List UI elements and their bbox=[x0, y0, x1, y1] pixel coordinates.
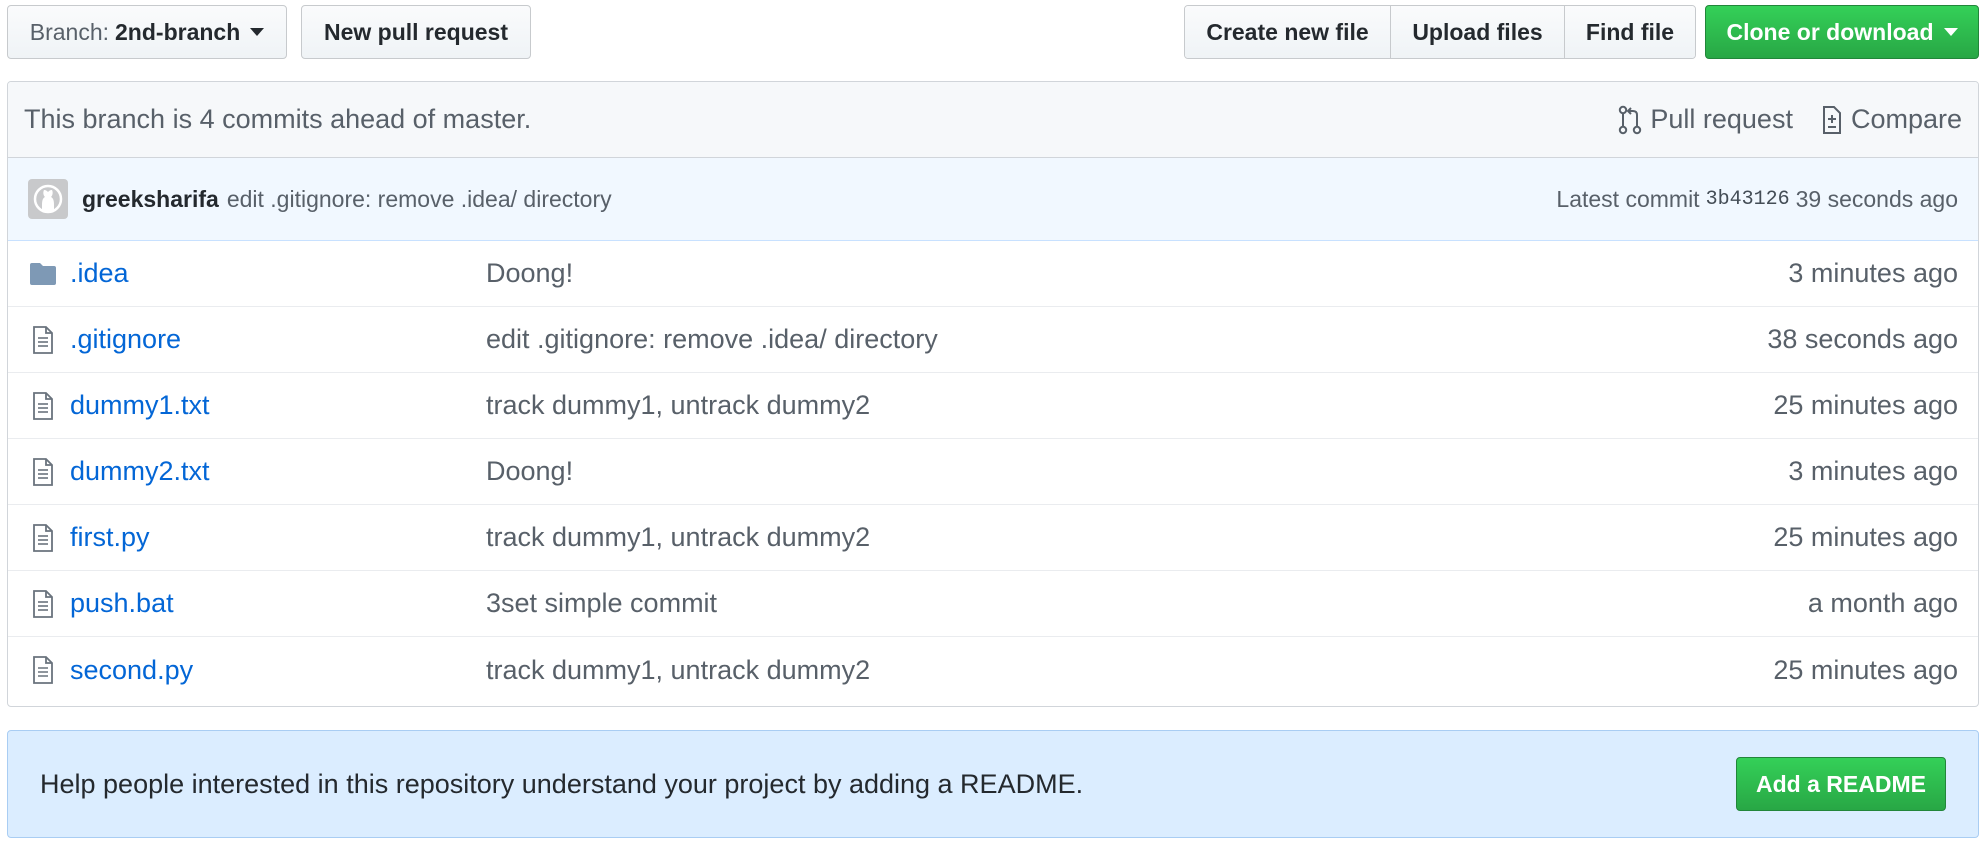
readme-prompt-box: Help people interested in this repositor… bbox=[7, 730, 1979, 838]
compare-link[interactable]: Compare bbox=[1819, 104, 1962, 135]
folder-icon bbox=[28, 259, 58, 289]
file-name-link[interactable]: dummy1.txt bbox=[70, 390, 486, 421]
file-name-link[interactable]: push.bat bbox=[70, 588, 486, 619]
file-row: second.py track dummy1, untrack dummy2 25 … bbox=[8, 637, 1978, 703]
file-row: .gitignore edit .gitignore: remove .idea/… bbox=[8, 307, 1978, 373]
file-icon bbox=[28, 523, 58, 553]
diff-icon bbox=[1822, 105, 1841, 134]
caret-down-icon bbox=[1943, 28, 1958, 36]
file-name-link[interactable]: .idea bbox=[70, 258, 486, 289]
file-row: first.py track dummy1, untrack dummy2 25 m… bbox=[8, 505, 1978, 571]
octocat-icon bbox=[33, 184, 63, 214]
compare-label: Compare bbox=[1850, 104, 1962, 134]
repository-files-panel: This branch is 4 commits ahead of master… bbox=[7, 81, 1979, 707]
file-age: 3 minutes ago bbox=[1788, 258, 1958, 288]
branch-name-label: 2nd-branch bbox=[115, 18, 241, 45]
file-icon bbox=[28, 325, 58, 355]
file-row: .idea Doong! 3 minutes ago bbox=[8, 241, 1978, 307]
file-commit-message-link[interactable]: track dummy1, untrack dummy2 bbox=[486, 655, 1773, 686]
file-commit-message-link[interactable]: track dummy1, untrack dummy2 bbox=[486, 390, 1773, 421]
file-actions-group: Create new file Upload files Find file bbox=[1184, 5, 1696, 59]
file-row: dummy2.txt Doong! 3 minutes ago bbox=[8, 439, 1978, 505]
pull-request-link[interactable]: Pull request bbox=[1618, 104, 1793, 135]
clone-or-download-label: Clone or download bbox=[1726, 18, 1934, 45]
file-list: .idea Doong! 3 minutes ago .gitignore edit .… bbox=[8, 241, 1978, 703]
branch-prefix-label: Branch: bbox=[29, 18, 110, 45]
create-new-file-button[interactable]: Create new file bbox=[1185, 6, 1391, 58]
file-row: push.bat 3set simple commit a month ago bbox=[8, 571, 1978, 637]
caret-down-icon bbox=[250, 28, 265, 36]
clone-or-download-button[interactable]: Clone or download bbox=[1705, 5, 1979, 59]
file-commit-message-link[interactable]: Doong! bbox=[486, 456, 1788, 487]
file-commit-message-link[interactable]: Doong! bbox=[486, 258, 1788, 289]
pull-request-label: Pull request bbox=[1650, 104, 1793, 134]
file-name-link[interactable]: .gitignore bbox=[70, 324, 486, 355]
file-name-link[interactable]: first.py bbox=[70, 522, 486, 553]
latest-commit-label: Latest commit bbox=[1556, 185, 1700, 212]
file-age: 25 minutes ago bbox=[1773, 390, 1958, 420]
upload-files-button[interactable]: Upload files bbox=[1391, 6, 1565, 58]
git-pull-request-icon bbox=[1619, 105, 1642, 134]
file-icon bbox=[28, 391, 58, 421]
file-name-link[interactable]: dummy2.txt bbox=[70, 456, 486, 487]
latest-commit-bar: greeksharifa edit .gitignore: remove .id… bbox=[8, 158, 1978, 241]
readme-prompt-text: Help people interested in this repositor… bbox=[40, 768, 1084, 799]
commit-message-link[interactable]: edit .gitignore: remove .idea/ directory bbox=[227, 186, 612, 213]
branch-status-bar: This branch is 4 commits ahead of master… bbox=[8, 82, 1978, 158]
branch-status-text: This branch is 4 commits ahead of master… bbox=[24, 104, 532, 134]
file-age: 3 minutes ago bbox=[1788, 456, 1958, 486]
commit-sha-link[interactable]: 3b43126 bbox=[1706, 188, 1790, 211]
github-avatar-icon[interactable] bbox=[28, 179, 68, 219]
find-file-button[interactable]: Find file bbox=[1565, 6, 1695, 58]
commit-author-link[interactable]: greeksharifa bbox=[82, 186, 219, 213]
file-row: dummy1.txt track dummy1, untrack dummy2 25… bbox=[8, 373, 1978, 439]
file-icon bbox=[28, 655, 58, 685]
file-age: 38 seconds ago bbox=[1767, 324, 1958, 354]
file-age: 25 minutes ago bbox=[1773, 522, 1958, 552]
file-name-link[interactable]: second.py bbox=[70, 655, 486, 686]
file-icon bbox=[28, 589, 58, 619]
file-commit-message-link[interactable]: edit .gitignore: remove .idea/ directory bbox=[486, 324, 1767, 355]
file-age: 25 minutes ago bbox=[1773, 654, 1958, 685]
branch-select-button[interactable]: Branch: 2nd-branch bbox=[7, 5, 287, 59]
file-age: a month ago bbox=[1807, 588, 1958, 618]
file-commit-message-link[interactable]: track dummy1, untrack dummy2 bbox=[486, 522, 1773, 553]
commit-age: 39 seconds ago bbox=[1795, 185, 1958, 212]
new-pull-request-button[interactable]: New pull request bbox=[301, 5, 531, 59]
file-icon bbox=[28, 457, 58, 487]
file-commit-message-link[interactable]: 3set simple commit bbox=[486, 588, 1808, 619]
add-readme-button[interactable]: Add a README bbox=[1736, 757, 1946, 811]
